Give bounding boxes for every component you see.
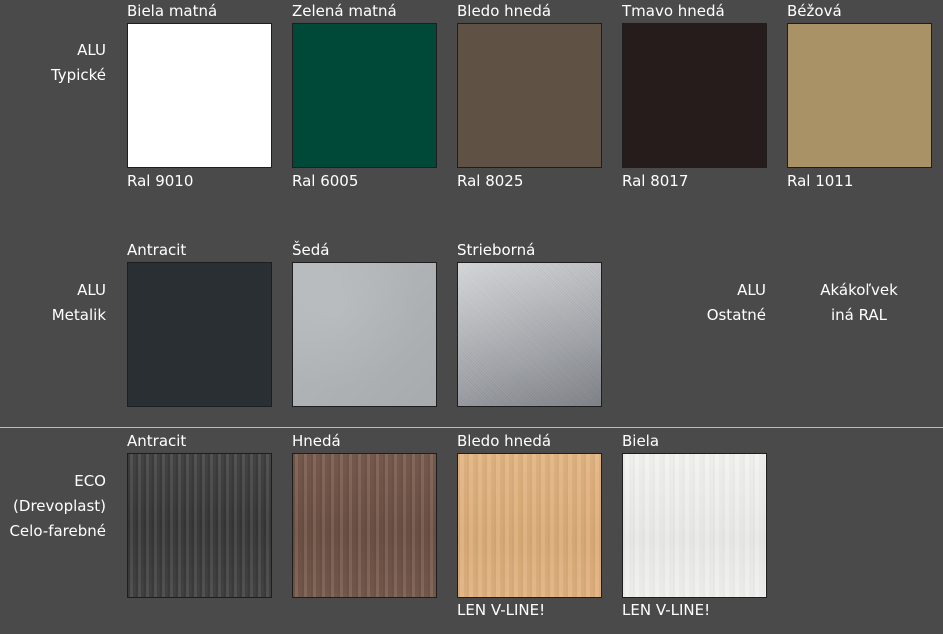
color-swatch-bezova[interactable] — [787, 23, 932, 168]
swatch-name: Šedá — [292, 241, 330, 259]
color-swatch-seda[interactable] — [292, 262, 437, 407]
swatch-name: Antracit — [127, 432, 187, 450]
swatch-name: Bledo hnedá — [457, 432, 552, 450]
color-swatch-eco-bledo-hneda[interactable] — [457, 453, 602, 598]
section-label-metalik: Metalik — [51, 306, 106, 324]
swatch-name: Zelená matná — [292, 2, 397, 20]
section-label-eco: ECO — [74, 472, 106, 490]
section-label-ostatne: Ostatné — [706, 306, 766, 324]
swatch-name: Biela — [622, 432, 660, 450]
ral-code: Ral 1011 — [787, 172, 854, 190]
color-swatch-eco-hneda[interactable] — [292, 453, 437, 598]
section-label-alu: ALU — [77, 281, 106, 299]
color-swatch-antracit-metalik[interactable] — [127, 262, 272, 407]
other-ral-text: iná RAL — [830, 306, 888, 324]
swatch-name: Tmavo hnedá — [622, 2, 725, 20]
ral-code: Ral 6005 — [292, 172, 359, 190]
color-swatch-strieborna[interactable] — [457, 262, 602, 407]
color-swatch-biela-matna[interactable] — [127, 23, 272, 168]
section-label-drevoplast: (Drevoplast) — [13, 497, 106, 515]
swatch-name: Béžová — [787, 2, 842, 20]
color-swatch-eco-biela[interactable] — [622, 453, 767, 598]
swatch-name: Biela matná — [127, 2, 218, 20]
section-label-celo-farebne: Celo-farebné — [9, 522, 106, 540]
swatch-name: Hnedá — [292, 432, 341, 450]
swatch-name: Bledo hnedá — [457, 2, 552, 20]
color-swatch-eco-antracit[interactable] — [127, 453, 272, 598]
other-ral-text: Akákoľvek — [820, 281, 898, 299]
ral-code: Ral 9010 — [127, 172, 194, 190]
v-line-note: LEN V-LINE! — [457, 601, 546, 619]
color-swatch-zelena-matna[interactable] — [292, 23, 437, 168]
v-line-note: LEN V-LINE! — [622, 601, 711, 619]
section-label-typicke: Typické — [50, 66, 106, 84]
section-label-alu: ALU — [77, 41, 106, 59]
section-divider — [0, 427, 943, 428]
swatch-name: Strieborná — [457, 241, 536, 259]
ral-code: Ral 8025 — [457, 172, 524, 190]
swatch-name: Antracit — [127, 241, 187, 259]
section-label-alu: ALU — [737, 281, 766, 299]
color-swatch-tmavo-hneda[interactable] — [622, 23, 767, 168]
color-swatch-bledo-hneda[interactable] — [457, 23, 602, 168]
ral-code: Ral 8017 — [622, 172, 689, 190]
